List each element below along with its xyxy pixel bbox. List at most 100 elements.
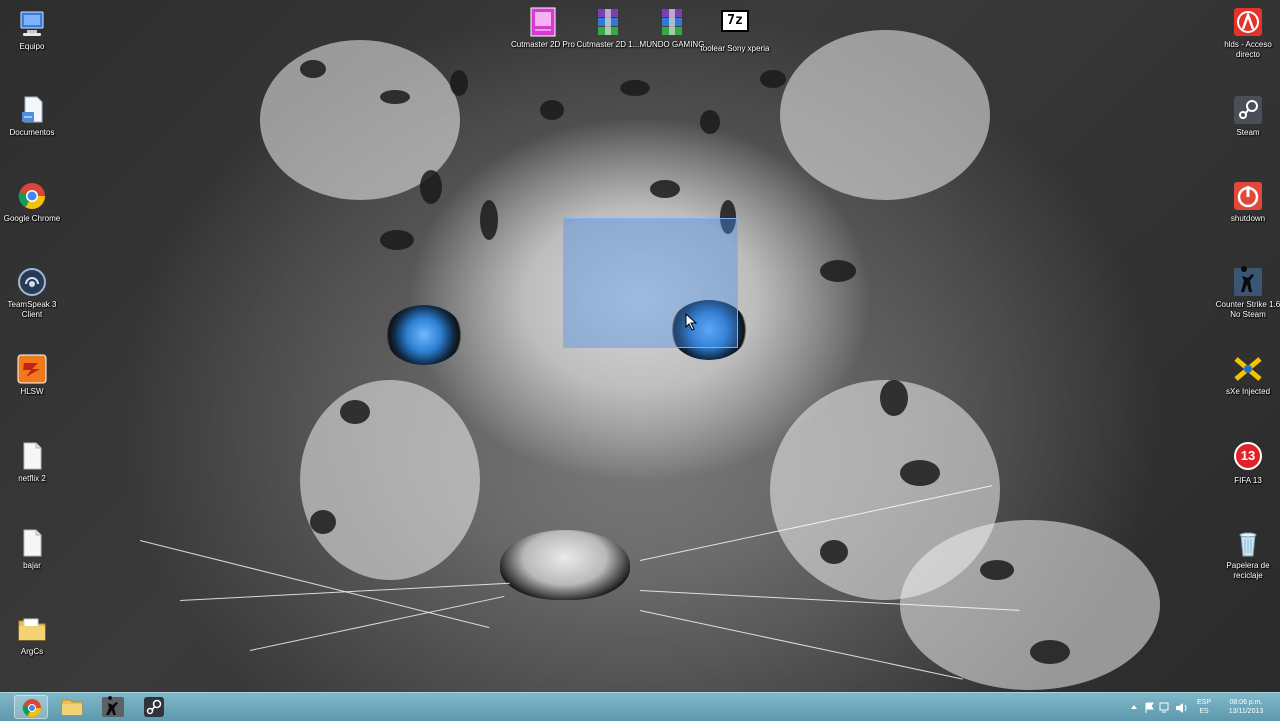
language-indicator[interactable]: ESP ES (1193, 698, 1215, 716)
desktop-icon-hlds[interactable]: hlds - Acceso directo (1213, 6, 1280, 60)
fifa-icon: 13 (1232, 442, 1264, 474)
desktop-icon-label: ArgCs (20, 647, 44, 656)
wallpaper-spot (760, 70, 786, 88)
taskbar-button-explorer[interactable] (55, 695, 89, 719)
desktop-icon-toolear-sony-xperia[interactable]: 7z toolear Sony xperia (700, 6, 770, 54)
wallpaper-spot (380, 230, 414, 250)
folder-icon (61, 699, 83, 716)
desktop-selection-rectangle (563, 218, 738, 348)
desktop-icon-papelera[interactable]: Papelera de reciclaje (1213, 527, 1280, 581)
counter-strike-icon (102, 696, 124, 717)
desktop-icon-documentos[interactable]: Documentos (0, 94, 67, 138)
desktop-icon-counter-strike[interactable]: Counter Strike 1.6 No Steam (1213, 266, 1280, 320)
sxe-icon (1232, 353, 1264, 385)
7zip-glyph: 7z (721, 10, 749, 32)
desktop-icon-argcs[interactable]: ArgCs (0, 613, 67, 657)
keyboard-layout: ES (1199, 708, 1209, 715)
computer-icon (16, 8, 48, 40)
wallpaper-eye-left (385, 305, 463, 365)
desktop-icon-label: Cutmaster 2D Pro (510, 40, 576, 49)
cutmaster-icon (527, 6, 559, 38)
wallpaper-whisker (249, 595, 505, 651)
desktop-icon-label: netflix 2 (18, 474, 46, 483)
desktop-icon-teamspeak[interactable]: TeamSpeak 3 Client (0, 266, 67, 320)
desktop-icon-label: Google Chrome (3, 214, 61, 223)
wallpaper-spot (820, 540, 848, 564)
wallpaper-spot (980, 560, 1014, 580)
document-icon (16, 527, 48, 559)
wallpaper-spot (700, 110, 720, 134)
counter-strike-icon (1232, 266, 1264, 298)
document-icon (16, 440, 48, 472)
mouse-cursor-icon (685, 313, 698, 331)
desktop-icon-label: TeamSpeak 3 Client (7, 300, 57, 319)
language-code: ESP (1196, 699, 1211, 706)
desktop-icon-label: Documentos (9, 128, 55, 137)
wallpaper-fur (300, 380, 480, 580)
desktop-icon-label: Papelera de reciclaje (1226, 561, 1270, 580)
winrar-icon (656, 6, 688, 38)
desktop-icon-label: shutdown (1230, 214, 1266, 223)
desktop-icon-label: Counter Strike 1.6 No Steam (1215, 300, 1280, 319)
wallpaper-nose (500, 530, 630, 600)
desktop-icon-cutmaster-2d-1[interactable]: Cutmaster 2D 1... (573, 6, 643, 50)
desktop-icon-label: toolear Sony xperia (700, 44, 770, 53)
desktop-icon-label: sXe Injected (1225, 387, 1271, 396)
network-icon[interactable] (1159, 702, 1169, 713)
folder-icon (16, 613, 48, 645)
clock-time: 08:06 p.m. (1229, 699, 1263, 706)
action-center-flag-icon[interactable] (1145, 702, 1154, 713)
desktop-icon-steam[interactable]: Steam (1213, 94, 1280, 138)
hlsw-icon (16, 353, 48, 385)
system-tray (1128, 693, 1190, 721)
desktop-icon-label: hlds - Acceso directo (1224, 40, 1272, 59)
desktop-icon-label: HLSW (20, 387, 44, 396)
taskbar-button-chrome[interactable] (14, 695, 48, 719)
desktop-icon-shutdown[interactable]: shutdown (1213, 180, 1280, 224)
desktop-icon-equipo[interactable]: Equipo (0, 8, 67, 52)
desktop-icon-mundo-gaming[interactable]: MUNDO GAMING (637, 6, 707, 50)
clock[interactable]: 08:06 p.m. 13/11/2013 (1218, 698, 1274, 716)
desktop-icon-bajar[interactable]: bajar (0, 527, 67, 571)
desktop-icon-netflix-2[interactable]: netflix 2 (0, 440, 67, 484)
desktop-icon-google-chrome[interactable]: Google Chrome (0, 180, 67, 224)
wallpaper-spot (450, 70, 468, 96)
clock-date: 13/11/2013 (1228, 708, 1264, 715)
wallpaper-fur (780, 30, 990, 200)
documents-icon (16, 94, 48, 126)
wallpaper-spot (480, 200, 498, 240)
half-life-icon (1232, 6, 1264, 38)
steam-icon (144, 697, 164, 717)
7zip-icon: 7z (719, 10, 751, 42)
steam-icon (1232, 94, 1264, 126)
wallpaper-spot (540, 100, 564, 120)
desktop-icon-label: MUNDO GAMING (639, 40, 705, 49)
desktop-icon-label: bajar (23, 561, 41, 570)
wallpaper-spot (340, 400, 370, 424)
winrar-icon (592, 6, 624, 38)
wallpaper-spot (380, 90, 410, 104)
wallpaper-spot (420, 170, 442, 204)
chrome-icon (16, 180, 48, 212)
taskbar-button-steam[interactable] (137, 695, 171, 719)
wallpaper-spot (1030, 640, 1070, 664)
show-hidden-icons-icon[interactable] (1131, 705, 1137, 709)
desktop-icon-cutmaster-2d-pro[interactable]: Cutmaster 2D Pro (508, 6, 578, 50)
desktop-icon-label: Cutmaster 2D 1... (576, 40, 640, 49)
volume-icon[interactable] (1176, 703, 1187, 713)
wallpaper-spot (620, 80, 650, 96)
wallpaper-spot (310, 510, 336, 534)
recycle-bin-icon (1232, 527, 1264, 559)
wallpaper-whisker (179, 582, 510, 601)
desktop-icon-fifa-13[interactable]: 13 FIFA 13 (1213, 440, 1280, 486)
shutdown-icon (1232, 180, 1264, 212)
desktop-icon-hlsw[interactable]: HLSW (0, 353, 67, 397)
teamspeak-icon (16, 266, 48, 298)
desktop-icon-label: Steam (1236, 128, 1260, 137)
wallpaper-spot (650, 180, 680, 198)
taskbar-button-counter-strike[interactable] (96, 695, 130, 719)
taskbar: ESP ES 08:06 p.m. 13/11/2013 (0, 692, 1280, 721)
wallpaper-spot (300, 60, 326, 78)
fifa-glyph: 13 (1234, 442, 1262, 470)
desktop-icon-sxe-injected[interactable]: sXe Injected (1213, 353, 1280, 397)
